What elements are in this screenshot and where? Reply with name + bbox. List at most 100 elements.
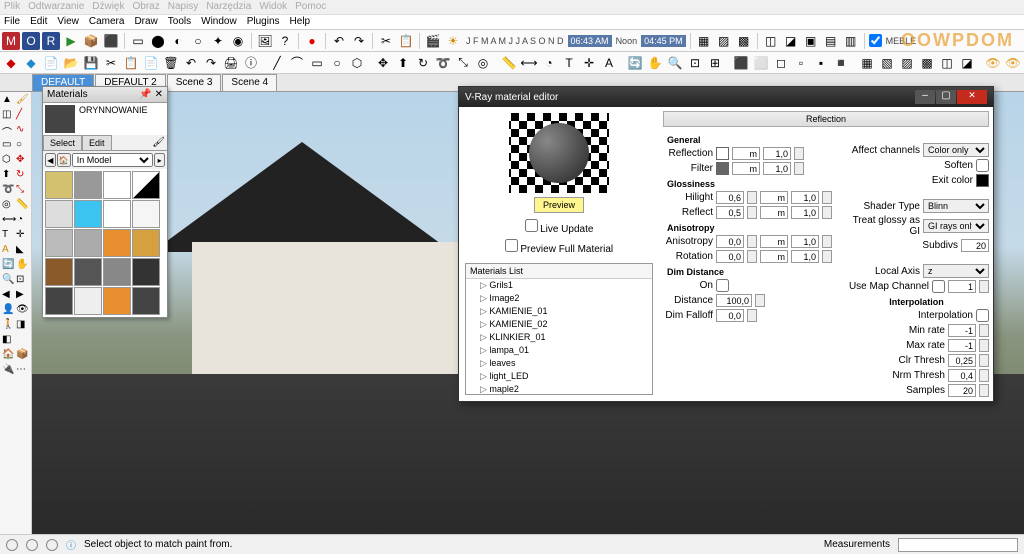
- spinner[interactable]: [747, 250, 757, 263]
- comp-tool-icon[interactable]: 🏠: [2, 349, 15, 363]
- 3dtext-icon[interactable]: A: [600, 54, 618, 72]
- move-icon[interactable]: ✥: [374, 54, 392, 72]
- maxrate-input[interactable]: [948, 339, 976, 352]
- text-tool-icon[interactable]: T: [2, 229, 15, 243]
- exit-color[interactable]: [976, 174, 989, 187]
- rotation-input[interactable]: [716, 250, 744, 263]
- vray-o-icon[interactable]: O: [22, 32, 40, 50]
- list-item[interactable]: KLINKIER_01: [466, 331, 652, 344]
- look-tool-icon[interactable]: 👁: [16, 304, 29, 318]
- orbit-icon[interactable]: 🔄: [626, 54, 644, 72]
- hidden-icon[interactable]: ▨: [898, 54, 916, 72]
- swatch-19[interactable]: [103, 287, 131, 315]
- push-tool-icon[interactable]: ⬆: [2, 169, 15, 183]
- push-icon[interactable]: ⬆: [394, 54, 412, 72]
- tab-edit[interactable]: Edit: [82, 135, 112, 150]
- details-btn[interactable]: ▸: [154, 153, 165, 167]
- rect-tool-icon[interactable]: ▭: [2, 139, 15, 153]
- ext-tool-icon[interactable]: 🔌: [2, 364, 15, 378]
- dim-tool-icon[interactable]: ⟷: [2, 214, 16, 228]
- disp-tool-icon[interactable]: ◧: [2, 334, 16, 348]
- maximize-icon[interactable]: ▢: [936, 90, 956, 104]
- light1-icon[interactable]: ○: [189, 32, 207, 50]
- swatch-16[interactable]: [132, 258, 160, 286]
- swatch-4[interactable]: [132, 171, 160, 199]
- status-circle-1[interactable]: [6, 539, 18, 551]
- undo-icon[interactable]: ↶: [330, 32, 348, 50]
- scale-icon[interactable]: ⤡: [454, 54, 472, 72]
- back-icon[interactable]: ▪: [812, 54, 830, 72]
- filter-map[interactable]: [732, 162, 760, 175]
- save-icon[interactable]: 💾: [82, 54, 100, 72]
- gi-select[interactable]: GI rays only: [923, 219, 989, 233]
- scale-tool-icon[interactable]: ⤡: [16, 184, 29, 198]
- list-item[interactable]: KAMIENIE_02: [466, 318, 652, 331]
- top-icon[interactable]: ⬜: [752, 54, 770, 72]
- light3-icon[interactable]: ◉: [229, 32, 247, 50]
- vray-titlebar[interactable]: V-Ray material editor – ▢ ✕: [459, 87, 993, 107]
- subdivs-input[interactable]: [961, 239, 989, 252]
- shader-select[interactable]: Blinn: [923, 199, 989, 213]
- interp-check[interactable]: [976, 309, 989, 322]
- timeline-months[interactable]: J F M A M J J A S O N D: [464, 36, 566, 46]
- shaded-icon[interactable]: ▩: [918, 54, 936, 72]
- swatch-6[interactable]: [74, 200, 102, 228]
- spinner[interactable]: [794, 147, 804, 160]
- box-blue-icon[interactable]: ◆: [22, 54, 40, 72]
- spinner[interactable]: [979, 324, 989, 337]
- move-tool-icon[interactable]: ✥: [16, 154, 29, 168]
- sun-icon[interactable]: ☀: [444, 32, 462, 50]
- create-material-icon[interactable]: 🖌: [150, 135, 167, 150]
- line-icon[interactable]: ╱: [268, 54, 286, 72]
- fb-icon[interactable]: 🖼: [256, 32, 274, 50]
- swatch-20[interactable]: [132, 287, 160, 315]
- list-item[interactable]: light_LED: [466, 370, 652, 383]
- prot-icon[interactable]: ◔: [540, 54, 558, 72]
- arc-icon[interactable]: ⌒: [288, 54, 306, 72]
- library-select[interactable]: In Model: [72, 153, 154, 167]
- layers2-icon[interactable]: ▨: [715, 32, 733, 50]
- eye1-icon[interactable]: 👁: [984, 54, 1002, 72]
- light2-icon[interactable]: ✦: [209, 32, 227, 50]
- walk-tool-icon[interactable]: 🚶: [2, 319, 15, 333]
- swatch-1[interactable]: [45, 171, 73, 199]
- next-tool-icon[interactable]: ▶: [16, 289, 29, 303]
- falloff-input[interactable]: [716, 309, 744, 322]
- furniture-checkbox[interactable]: [869, 34, 882, 47]
- reflect-input[interactable]: [716, 206, 744, 219]
- live-update-check[interactable]: [525, 219, 538, 232]
- hilight-input[interactable]: [716, 191, 744, 204]
- spinner[interactable]: [822, 206, 832, 219]
- l5-icon[interactable]: ◪: [782, 32, 800, 50]
- erase-icon[interactable]: 🗑: [162, 54, 180, 72]
- swatch-13[interactable]: [45, 258, 73, 286]
- rotate-tool-icon[interactable]: ↻: [16, 169, 29, 183]
- line-tool-icon[interactable]: ╱: [16, 109, 29, 123]
- minrate-input[interactable]: [948, 324, 976, 337]
- prev-tool-icon[interactable]: ◀: [2, 289, 15, 303]
- spinner[interactable]: [822, 235, 832, 248]
- copy-icon[interactable]: 📋: [397, 32, 415, 50]
- prot-tool-icon[interactable]: ◔: [17, 214, 29, 228]
- play-icon[interactable]: ▶: [62, 32, 80, 50]
- front-icon[interactable]: ◻: [772, 54, 790, 72]
- dim-on-check[interactable]: [716, 279, 729, 292]
- rect-icon[interactable]: ▭: [308, 54, 326, 72]
- copy2-icon[interactable]: 📋: [122, 54, 140, 72]
- time-evening[interactable]: 04:45 PM: [641, 35, 686, 47]
- more2-icon[interactable]: ⋯: [16, 364, 29, 378]
- follow-icon[interactable]: ➰: [434, 54, 452, 72]
- swatch-7[interactable]: [103, 200, 131, 228]
- reflection-mult[interactable]: [763, 147, 791, 160]
- aniso-input[interactable]: [716, 235, 744, 248]
- close-icon[interactable]: ✕: [155, 89, 163, 100]
- poly-icon[interactable]: ⬡: [348, 54, 366, 72]
- rec-icon[interactable]: ●: [303, 32, 321, 50]
- pos-tool-icon[interactable]: 👤: [2, 304, 15, 318]
- layers3-icon[interactable]: ▩: [735, 32, 753, 50]
- distance-input[interactable]: [716, 294, 752, 307]
- spinner[interactable]: [822, 191, 832, 204]
- paste-icon[interactable]: 📄: [142, 54, 160, 72]
- anim-icon[interactable]: 🎬: [424, 32, 442, 50]
- swatch-11[interactable]: [103, 229, 131, 257]
